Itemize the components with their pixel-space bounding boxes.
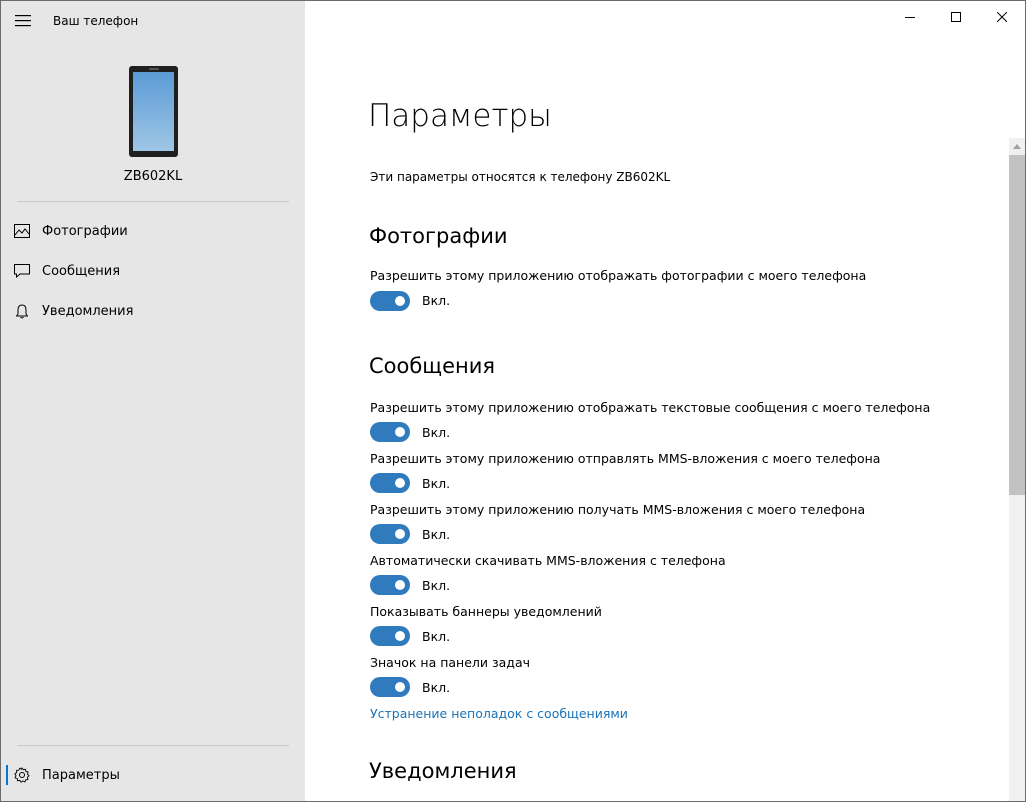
section-title-messages: Сообщения — [369, 354, 496, 378]
setting-label: Разрешить этому приложению отображать те… — [370, 400, 931, 415]
chevron-up-icon — [1013, 143, 1021, 149]
close-icon — [997, 12, 1007, 22]
bell-icon — [14, 303, 30, 319]
toggle-notification-banners[interactable] — [370, 626, 410, 646]
sidebar-item-label: Фотографии — [42, 223, 128, 239]
minimize-button[interactable] — [887, 1, 933, 33]
toggle-knob — [395, 427, 405, 437]
toggle-knob — [395, 296, 405, 306]
setting-label: Разрешить этому приложению отправлять MM… — [370, 451, 881, 466]
maximize-icon — [951, 12, 961, 22]
close-button[interactable] — [979, 1, 1025, 33]
toggle-taskbar-badge[interactable] — [370, 677, 410, 697]
troubleshoot-messages-link[interactable]: Устранение неполадок с сообщениями — [370, 706, 628, 721]
phone-icon — [129, 66, 178, 157]
setting-label: Показывать баннеры уведомлений — [370, 604, 602, 619]
toggle-show-photos[interactable] — [370, 291, 410, 311]
page-subtitle: Эти параметры относятся к телефону ZB602… — [370, 170, 671, 184]
toggle-auto-download-mms[interactable] — [370, 575, 410, 595]
sidebar-item-label: Сообщения — [42, 263, 121, 279]
setting-label: Разрешить этому приложению отображать фо… — [370, 268, 867, 283]
setting-label: Автоматически скачивать MMS-вложения с т… — [370, 553, 726, 568]
scroll-up-button[interactable] — [1009, 138, 1025, 154]
sidebar-item-label: Уведомления — [42, 303, 134, 319]
device-name: ZB602KL — [123, 169, 183, 184]
app-window: Ваш телефон ZB602KL Фотографии Сообщения — [0, 0, 1026, 802]
scrollbar-thumb[interactable] — [1009, 155, 1025, 495]
gear-icon — [14, 767, 30, 783]
toggle-state-label: Вкл. — [422, 629, 451, 644]
setting-label: Значок на панели задач — [370, 655, 530, 670]
toggle-send-mms[interactable] — [370, 473, 410, 493]
active-indicator — [6, 765, 8, 785]
sidebar: Ваш телефон ZB602KL Фотографии Сообщения — [1, 1, 305, 801]
section-title-photos: Фотографии — [369, 224, 508, 248]
main-content: Параметры Эти параметры относятся к теле… — [305, 1, 1025, 801]
toggle-state-label: Вкл. — [422, 293, 451, 308]
sidebar-divider-bottom — [17, 745, 289, 746]
toggle-state-label: Вкл. — [422, 578, 451, 593]
hamburger-icon — [15, 15, 31, 27]
toggle-knob — [395, 529, 405, 539]
sidebar-item-notifications[interactable]: Уведомления — [1, 291, 305, 331]
app-title: Ваш телефон — [53, 14, 139, 28]
toggle-knob — [395, 631, 405, 641]
sidebar-item-label: Параметры — [42, 767, 120, 783]
toggle-knob — [395, 478, 405, 488]
setting-label: Разрешить этому приложению получать MMS-… — [370, 502, 866, 517]
sidebar-item-photos[interactable]: Фотографии — [1, 211, 305, 251]
hamburger-menu-button[interactable] — [9, 7, 37, 35]
sidebar-divider-top — [17, 201, 289, 202]
toggle-state-label: Вкл. — [422, 527, 451, 542]
toggle-receive-mms[interactable] — [370, 524, 410, 544]
sidebar-item-messages[interactable]: Сообщения — [1, 251, 305, 291]
toggle-state-label: Вкл. — [422, 425, 451, 440]
toggle-show-sms[interactable] — [370, 422, 410, 442]
section-title-notifications: Уведомления — [369, 759, 517, 783]
page-title: Параметры — [368, 98, 552, 134]
phone-speaker — [149, 68, 159, 70]
photo-icon — [14, 223, 30, 239]
vertical-scrollbar[interactable] — [1009, 138, 1025, 801]
toggle-knob — [395, 580, 405, 590]
sidebar-item-settings[interactable]: Параметры — [1, 755, 305, 795]
toggle-state-label: Вкл. — [422, 680, 451, 695]
phone-screen — [133, 72, 174, 151]
toggle-state-label: Вкл. — [422, 476, 451, 491]
minimize-icon — [905, 17, 915, 18]
maximize-button[interactable] — [933, 1, 979, 33]
message-icon — [14, 263, 30, 279]
toggle-knob — [395, 682, 405, 692]
